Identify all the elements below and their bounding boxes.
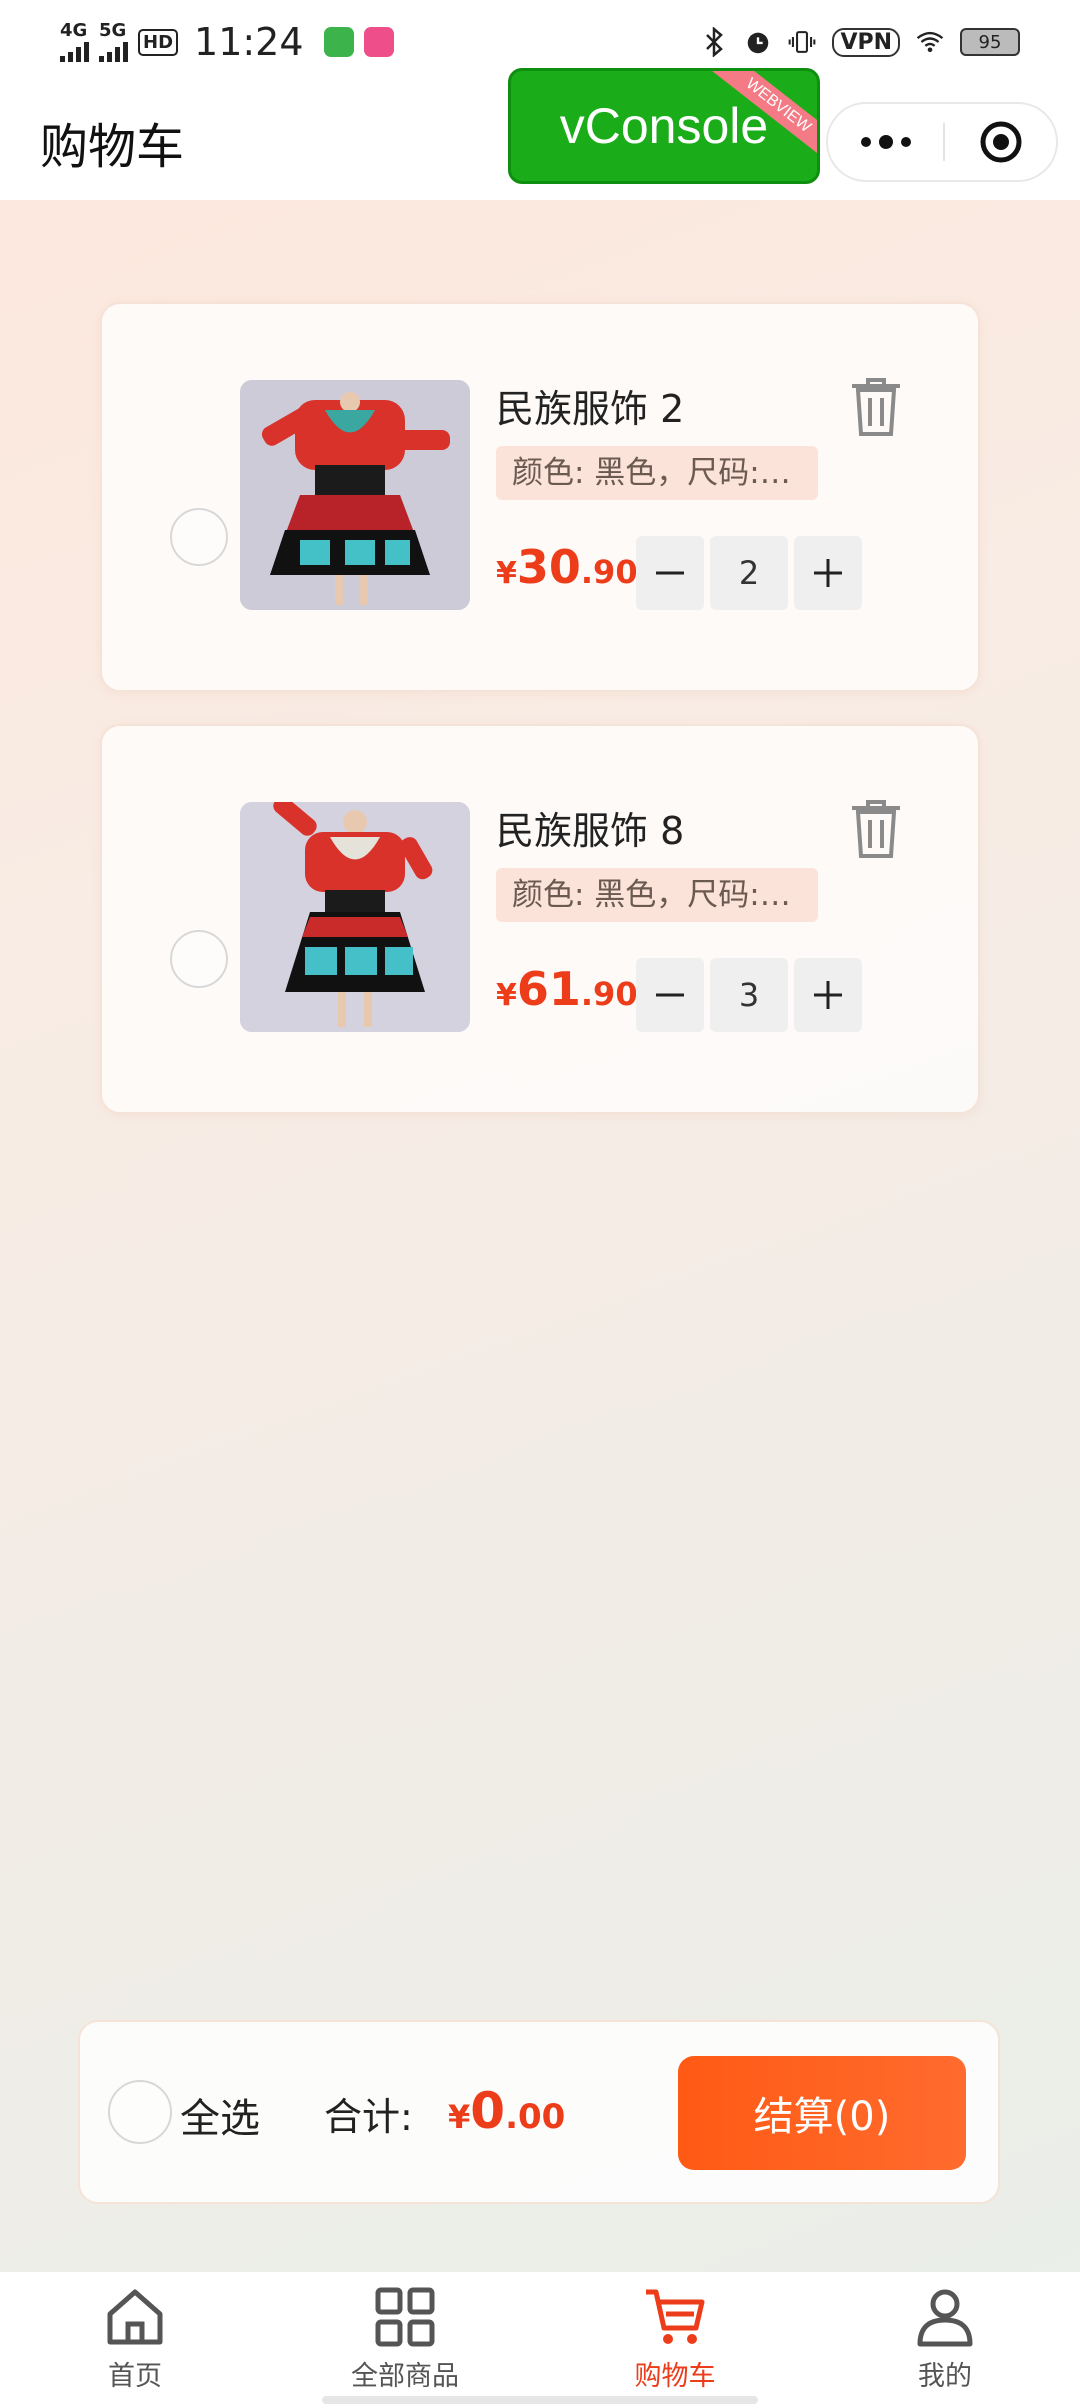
total-label: 合计: [324, 2095, 413, 2139]
delete-icon[interactable] [848, 798, 904, 860]
tab-label: 首页 [108, 2361, 162, 2392]
vconsole-button[interactable]: vConsole WEBVIEW [508, 68, 820, 184]
miniprogram-capsule [826, 102, 1058, 182]
tab-cart[interactable]: 购物车 [540, 2272, 810, 2408]
tab-label: 购物车 [634, 2361, 716, 2392]
net2-label: 5G [99, 20, 127, 41]
price-decimal: .90 [580, 975, 638, 1013]
plus-icon [814, 981, 842, 1009]
signal-5g-icon: 5G [99, 22, 128, 62]
increase-button[interactable] [794, 536, 862, 610]
user-icon [917, 2289, 973, 2347]
quantity-input[interactable]: 3 [710, 958, 788, 1032]
price-integer: 30 [516, 540, 581, 594]
tab-mine[interactable]: 我的 [810, 2272, 1080, 2408]
product-spec[interactable]: 颜色: 黑色，尺码:… [496, 868, 818, 922]
home-icon [107, 2289, 163, 2345]
decrease-button[interactable] [636, 536, 704, 610]
battery-icon: 95 [960, 28, 1020, 56]
app-notification-icon [323, 27, 354, 57]
nav-bar: 购物车 vConsole WEBVIEW [0, 68, 1080, 200]
total-currency: ¥ [448, 2098, 471, 2136]
tab-bar: 首页 全部商品 购物车 我的 [0, 2272, 1080, 2408]
total-decimal: .00 [505, 2097, 566, 2137]
hd-icon: HD [138, 28, 179, 56]
plus-icon [814, 559, 842, 587]
grid-icon [375, 2287, 435, 2347]
delete-icon[interactable] [848, 376, 904, 438]
status-right: VPN 95 [700, 27, 1020, 57]
more-menu-button[interactable] [828, 135, 943, 149]
select-all-label[interactable]: 全选 [180, 2086, 260, 2144]
signal-4g-icon: 4G [60, 22, 89, 62]
product-image[interactable] [240, 380, 470, 610]
price-currency: ¥ [496, 556, 517, 591]
tab-all-products[interactable]: 全部商品 [270, 2272, 540, 2408]
select-all-radio[interactable] [108, 2080, 172, 2144]
net1-label: 4G [60, 20, 88, 41]
tab-home[interactable]: 首页 [0, 2272, 270, 2408]
product-image[interactable] [240, 802, 470, 1032]
app-notification-icon [363, 27, 394, 57]
close-miniprogram-button[interactable] [945, 120, 1056, 164]
product-price: ¥61.90 [496, 962, 638, 1016]
product-price: ¥30.90 [496, 540, 638, 594]
status-left: 4G 5G HD 11:24 [60, 20, 394, 64]
product-name[interactable]: 民族服饰 8 [496, 800, 684, 855]
minus-icon [656, 571, 684, 575]
vpn-badge: VPN [832, 27, 900, 57]
tab-label: 全部商品 [351, 2361, 459, 2392]
target-icon [980, 121, 1021, 163]
minus-icon [656, 993, 684, 997]
quantity-stepper: 3 [636, 958, 862, 1032]
price-currency: ¥ [496, 978, 517, 1013]
cart-item-card: 民族服饰 8 颜色: 黑色，尺码:… ¥61.90 3 [100, 724, 980, 1114]
product-spec[interactable]: 颜色: 黑色，尺码:… [496, 446, 818, 500]
price-integer: 61 [516, 962, 581, 1016]
cart-item-card: 民族服饰 2 颜色: 黑色，尺码:… ¥30.90 2 [100, 302, 980, 692]
quantity-stepper: 2 [636, 536, 862, 610]
increase-button[interactable] [794, 958, 862, 1032]
quantity-input[interactable]: 2 [710, 536, 788, 610]
decrease-button[interactable] [636, 958, 704, 1032]
checkout-button[interactable]: 结算(0) [678, 2056, 966, 2170]
price-decimal: .90 [580, 553, 638, 591]
cart-icon [646, 2289, 705, 2344]
vconsole-label: vConsole [559, 98, 769, 154]
product-name[interactable]: 民族服饰 2 [496, 378, 684, 433]
home-indicator [322, 2396, 758, 2404]
wifi-icon [916, 28, 944, 56]
total-price: ¥0.00 [448, 2082, 565, 2140]
clock: 11:24 [194, 20, 304, 64]
page-title: 购物车 [40, 119, 185, 175]
item-select-radio[interactable] [170, 508, 228, 566]
tab-label: 我的 [918, 2361, 972, 2392]
bluetooth-icon [700, 27, 728, 57]
vibrate-icon [788, 28, 816, 56]
checkout-bar: 全选 合计: ¥0.00 结算(0) [78, 2020, 1000, 2204]
total-integer: 0 [470, 2082, 506, 2140]
alarm-icon [744, 28, 772, 56]
item-select-radio[interactable] [170, 930, 228, 988]
